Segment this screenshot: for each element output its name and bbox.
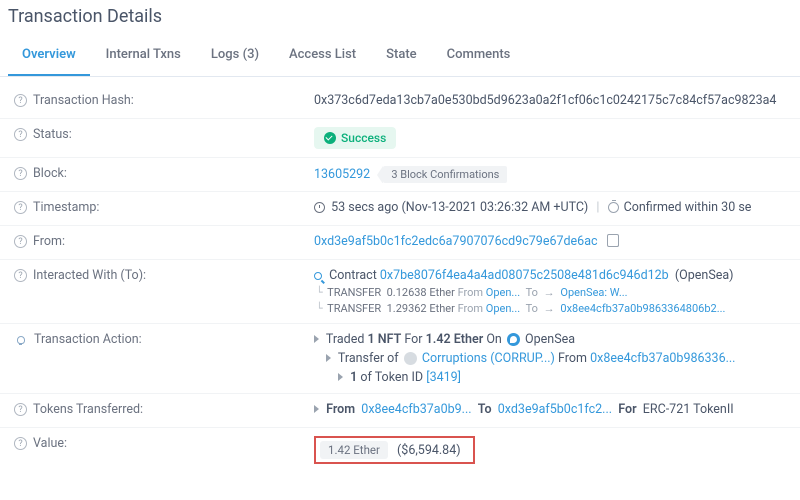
row-timestamp: ? Timestamp: 53 secs ago (Nov-13-2021 03… <box>0 192 800 226</box>
label-hash: Transaction Hash: <box>33 93 134 108</box>
timestamp-absolute: (Nov-13-2021 03:26:32 AM +UTC) <box>402 200 589 215</box>
row-tokens: ? Tokens Transferred: From 0x8ee4cfb37a0… <box>0 394 800 428</box>
ether-amount: 1.42 Ether <box>320 441 388 459</box>
transfer-to-link[interactable]: 0x8ee4cfb37a0b9863364806b2... <box>560 302 725 315</box>
transfer-to-link[interactable]: OpenSea: W... <box>560 286 627 299</box>
caret-icon <box>314 335 319 343</box>
row-to: ? Interacted With (To): Contract 0x7be80… <box>0 260 800 324</box>
timestamp-confirmed: Confirmed within 30 se <box>624 200 752 215</box>
contract-name: (OpenSea) <box>675 268 734 283</box>
from-address-link[interactable]: 0xd3e9af5b0c1fc2edc6a7907076cd9c79e67de6… <box>314 234 598 249</box>
row-status: ? Status: Success <box>0 119 800 158</box>
check-icon <box>324 132 336 144</box>
help-icon[interactable]: ? <box>14 128 27 141</box>
copy-icon[interactable] <box>609 236 619 247</box>
action-line-3: 1 of Token ID [3419] <box>314 370 786 385</box>
help-icon[interactable]: ? <box>14 403 27 416</box>
tab-logs[interactable]: Logs (3) <box>197 37 273 76</box>
token-icon <box>404 352 417 365</box>
help-icon[interactable]: ? <box>14 269 27 282</box>
transfer-from-link[interactable]: Open... <box>486 302 520 315</box>
to-address-link[interactable]: 0x7be8076f4ea4a4ad08075c2508e481d6c946d1… <box>380 268 669 283</box>
status-text: Success <box>341 131 386 145</box>
opensea-icon <box>507 333 520 346</box>
tokens-to-link[interactable]: 0xd3e9af5b0c1fc2... <box>498 402 612 417</box>
row-action: Transaction Action: Traded 1 NFT For 1.4… <box>0 324 800 394</box>
tabs-bar: Overview Internal Txns Logs (3) Access L… <box>0 37 800 77</box>
help-icon[interactable]: ? <box>14 201 27 214</box>
block-number-link[interactable]: 13605292 <box>314 167 370 182</box>
contract-prefix: Contract <box>329 268 377 283</box>
label-status: Status: <box>33 127 72 142</box>
label-value: Value: <box>33 436 67 451</box>
help-icon[interactable]: ? <box>14 167 27 180</box>
search-icon[interactable] <box>314 272 322 280</box>
label-action: Transaction Action: <box>34 332 142 347</box>
status-badge: Success <box>314 127 396 149</box>
transfer-line-1: └ TRANSFER 0.12638 Ether From Open... To… <box>314 286 786 299</box>
token-id-link[interactable]: [3419] <box>426 370 461 385</box>
confirmations-badge: 3 Block Confirmations <box>383 166 507 183</box>
help-icon[interactable]: ? <box>14 235 27 248</box>
action-line-2: Transfer of Corruptions (CORRUP...) From… <box>314 351 786 366</box>
tree-icon: └ <box>316 302 323 315</box>
transfer-line-2: └ TRANSFER 1.29362 Ether From Open... To… <box>314 302 786 315</box>
tab-internal-txns[interactable]: Internal Txns <box>92 37 195 76</box>
details-panel: ? Transaction Hash: 0x373c6d7eda13cb7a0e… <box>0 77 800 472</box>
tab-state[interactable]: State <box>372 37 431 76</box>
caret-icon <box>314 405 319 413</box>
lightbulb-icon <box>14 334 26 346</box>
row-block: ? Block: 13605292 3 Block Confirmations <box>0 158 800 192</box>
label-block: Block: <box>33 166 67 181</box>
label-from: From: <box>33 234 65 249</box>
tab-comments[interactable]: Comments <box>433 37 525 76</box>
page-title: Transaction Details <box>0 0 800 37</box>
stopwatch-icon <box>608 202 619 213</box>
row-value: ? Value: 1.42 Ether ($6,594.84) <box>0 428 800 472</box>
label-tokens: Tokens Transferred: <box>33 402 143 417</box>
row-from: ? From: 0xd3e9af5b0c1fc2edc6a7907076cd9c… <box>0 226 800 260</box>
help-icon[interactable]: ? <box>14 94 27 107</box>
caret-icon <box>338 373 343 381</box>
tab-access-list[interactable]: Access List <box>275 37 370 76</box>
action-from-link[interactable]: 0x8ee4cfb37a0b986336... <box>590 351 735 366</box>
value-highlight-box: 1.42 Ether ($6,594.84) <box>314 436 475 464</box>
action-line-1: Traded 1 NFT For 1.42 Ether On OpenSea <box>314 332 786 347</box>
usd-amount: ($6,594.84) <box>397 443 461 458</box>
tokens-from-link[interactable]: 0x8ee4cfb37a0b9... <box>361 402 471 417</box>
transfer-from-link[interactable]: Open... <box>486 286 520 299</box>
tree-icon: └ <box>316 286 323 299</box>
label-to: Interacted With (To): <box>33 268 146 283</box>
timestamp-relative: 53 secs ago <box>331 200 398 215</box>
help-icon[interactable]: ? <box>14 437 27 450</box>
caret-icon <box>326 354 331 362</box>
value-hash: 0x373c6d7eda13cb7a0e530bd5d9623a0a2f1cf0… <box>314 93 786 108</box>
row-hash: ? Transaction Hash: 0x373c6d7eda13cb7a0e… <box>0 85 800 119</box>
tab-overview[interactable]: Overview <box>8 37 90 76</box>
token-name-link[interactable]: Corruptions (CORRUP...) <box>422 351 555 366</box>
label-timestamp: Timestamp: <box>33 200 99 215</box>
clock-icon <box>314 202 325 213</box>
